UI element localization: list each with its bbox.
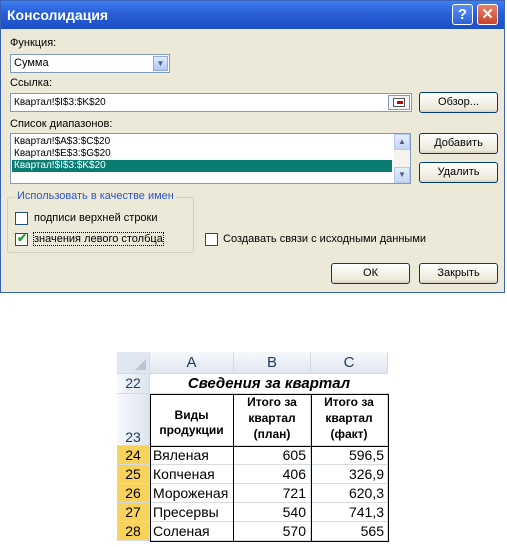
close-button[interactable]: Закрыть <box>419 263 498 284</box>
chevron-down-icon[interactable]: ▼ <box>153 56 168 71</box>
reference-value: Квартал!$I$3:$K$20 <box>14 97 106 108</box>
table-border <box>150 394 389 542</box>
row-header[interactable]: 22 <box>117 374 150 394</box>
select-all-corner[interactable] <box>117 352 150 374</box>
row-header[interactable]: 28 <box>117 522 150 541</box>
create-links-checkbox[interactable] <box>205 233 218 246</box>
column-header[interactable]: C <box>311 352 388 374</box>
group-title: Использовать в качестве имен <box>15 190 176 202</box>
ok-button[interactable]: ОК <box>331 263 410 284</box>
close-icon[interactable]: ✕ <box>477 4 498 25</box>
column-header[interactable]: B <box>234 352 311 374</box>
function-value: Сумма <box>14 57 49 69</box>
dialog-title: Консолидация <box>7 7 109 23</box>
help-button[interactable]: ? <box>452 4 473 25</box>
delete-button[interactable]: Удалить <box>419 162 498 183</box>
browse-button[interactable]: Обзор... <box>419 92 498 113</box>
scroll-down-icon[interactable]: ▼ <box>394 167 410 183</box>
collapse-dialog-icon[interactable] <box>388 95 410 110</box>
reference-input[interactable]: Квартал!$I$3:$K$20 <box>10 93 412 112</box>
column-header[interactable]: A <box>150 352 234 374</box>
row-header[interactable]: 26 <box>117 484 150 503</box>
reference-label: Ссылка: <box>10 77 52 89</box>
create-links-label[interactable]: Создавать связи с исходными данными <box>223 233 426 245</box>
range-item[interactable]: Квартал!$A$3:$C$20 <box>12 136 392 148</box>
scroll-up-icon[interactable]: ▲ <box>394 134 410 150</box>
checkmark-icon: ✔ <box>17 231 28 245</box>
range-item-selected[interactable]: Квартал!$I$3:$K$20 <box>12 160 392 172</box>
consolidation-dialog: Консолидация ? ✕ Функция: Сумма ▼ Ссылка… <box>0 0 505 293</box>
row-header[interactable]: 27 <box>117 503 150 522</box>
function-combobox[interactable]: Сумма ▼ <box>10 54 170 73</box>
top-row-checkbox[interactable] <box>15 212 28 225</box>
row-header[interactable]: 24 <box>117 446 150 465</box>
function-label: Функция: <box>10 37 57 49</box>
left-column-checkbox[interactable]: ✔ <box>15 231 28 246</box>
dialog-body: Функция: Сумма ▼ Ссылка: Квартал!$I$3:$K… <box>1 29 504 292</box>
ranges-label: Список диапазонов: <box>10 118 113 130</box>
range-item[interactable]: Квартал!$E$3:$G$20 <box>12 148 392 160</box>
row-header[interactable]: 25 <box>117 465 150 484</box>
ranges-listbox[interactable]: Квартал!$A$3:$C$20 Квартал!$E$3:$G$20 Кв… <box>10 133 411 184</box>
add-button[interactable]: Добавить <box>419 133 498 154</box>
ranges-scrollbar[interactable]: ▲ ▼ <box>394 134 410 183</box>
top-row-label[interactable]: подписи верхней строки <box>34 212 158 224</box>
row-header[interactable]: 23 <box>117 394 150 446</box>
sheet-title: Сведения за квартал <box>187 375 351 392</box>
title-cell[interactable]: Сведения за квартал <box>150 374 388 394</box>
spreadsheet: A B C 22 Сведения за квартал 23 Виды про… <box>117 352 389 542</box>
left-column-label[interactable]: значения левого столбца <box>33 232 164 246</box>
dialog-titlebar[interactable]: Консолидация ? ✕ <box>1 1 504 29</box>
